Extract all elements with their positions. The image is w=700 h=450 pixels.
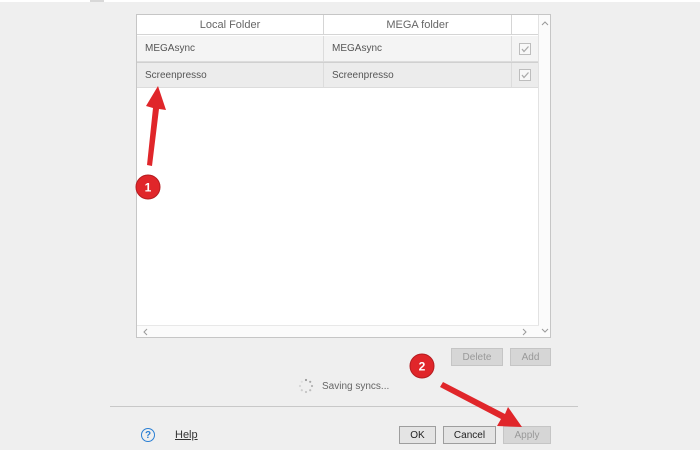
top-strip-mark <box>90 0 104 2</box>
help-link[interactable]: Help <box>175 429 198 441</box>
table-header: Local Folder MEGA folder <box>137 15 539 35</box>
ok-button[interactable]: OK <box>399 426 436 444</box>
table-body: MEGAsync MEGAsync Screenpresso Screenpre… <box>137 36 539 88</box>
scroll-left-arrow[interactable] <box>139 326 151 338</box>
chevron-down-icon <box>541 328 549 333</box>
local-folder-cell: MEGAsync <box>137 36 324 61</box>
sync-enabled-checkbox[interactable] <box>518 69 531 81</box>
table-row[interactable]: MEGAsync MEGAsync <box>137 36 539 62</box>
loading-spinner-icon <box>298 378 314 394</box>
help-icon[interactable]: ? <box>141 428 155 442</box>
checkmark-icon <box>520 45 529 53</box>
checkmark-icon <box>520 72 529 79</box>
horizontal-scrollbar[interactable] <box>137 325 539 337</box>
top-strip <box>0 0 700 2</box>
scroll-down-arrow[interactable] <box>539 325 551 337</box>
apply-button[interactable]: Apply <box>503 426 551 444</box>
chevron-right-icon <box>522 328 527 336</box>
chevron-left-icon <box>143 328 148 336</box>
cancel-button[interactable]: Cancel <box>443 426 496 444</box>
mega-folder-cell: Screenpresso <box>324 63 512 87</box>
mega-folder-cell: MEGAsync <box>324 36 512 61</box>
enabled-cell <box>512 36 537 61</box>
table-row-selected[interactable]: Screenpresso Screenpresso <box>137 62 539 88</box>
column-header-local-folder[interactable]: Local Folder <box>137 15 324 35</box>
saving-status: Saving syncs... <box>298 378 389 394</box>
vertical-scrollbar[interactable] <box>538 15 550 337</box>
column-header-enabled <box>512 15 537 35</box>
status-text: Saving syncs... <box>322 380 390 392</box>
scroll-up-arrow[interactable] <box>539 17 551 29</box>
column-header-mega-folder[interactable]: MEGA folder <box>324 15 512 35</box>
scroll-right-arrow[interactable] <box>519 326 531 338</box>
step-2-label: 2 <box>419 360 426 374</box>
sync-enabled-checkbox[interactable] <box>518 42 531 55</box>
delete-button[interactable]: Delete <box>451 348 503 366</box>
local-folder-cell: Screenpresso <box>137 63 324 87</box>
enabled-cell <box>512 63 537 87</box>
footer-divider <box>110 406 578 407</box>
chevron-up-icon <box>541 21 549 26</box>
sync-folders-table: Local Folder MEGA folder MEGAsync MEGAsy… <box>136 14 551 338</box>
add-button[interactable]: Add <box>510 348 551 366</box>
